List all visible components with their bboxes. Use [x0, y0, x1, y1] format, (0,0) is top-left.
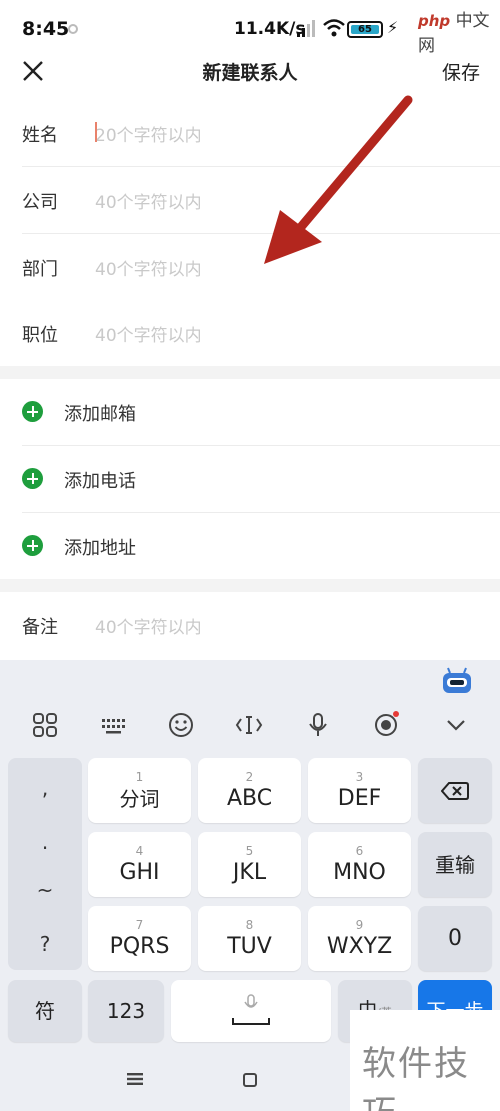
- key-label: WXYZ: [326, 933, 393, 959]
- key-digit: 7: [135, 917, 144, 932]
- key-label: ABC: [226, 785, 273, 811]
- key-label: GHI: [119, 859, 160, 885]
- add-icon: [22, 535, 43, 556]
- battery-icon: 65: [347, 21, 383, 38]
- keyboard-layout-icon[interactable]: [98, 710, 128, 740]
- key-label: TUV: [227, 933, 272, 959]
- key-8[interactable]: 8 TUV: [198, 906, 301, 971]
- key-label: 分词: [119, 786, 160, 811]
- company-label: 公司: [22, 192, 58, 213]
- key-digit: 2: [245, 769, 254, 784]
- section-gap: [0, 366, 500, 379]
- status-indicator-icon: [68, 24, 78, 34]
- space-button[interactable]: [171, 980, 331, 1042]
- watermark: 软件技巧: [350, 1010, 500, 1111]
- wifi-icon: [323, 19, 345, 37]
- add-address-button[interactable]: 添加地址: [0, 513, 500, 579]
- key-label: 重输: [435, 852, 475, 877]
- space-mic-icon: [232, 994, 270, 1025]
- add-email-button[interactable]: 添加邮箱: [0, 379, 500, 445]
- key-label: 123: [106, 999, 146, 1023]
- position-label: 职位: [22, 325, 58, 346]
- note-label: 备注: [22, 617, 58, 638]
- key-6[interactable]: 6 MNO: [308, 832, 411, 897]
- key-digit: 4: [135, 843, 144, 858]
- backspace-button[interactable]: [418, 758, 492, 823]
- page-title: 新建联系人: [202, 62, 298, 84]
- section-gap: [0, 579, 500, 592]
- page-header: 新建联系人 保存: [0, 50, 500, 96]
- numbers-button[interactable]: 123: [88, 980, 164, 1042]
- note-input[interactable]: 40个字符以内: [95, 613, 475, 638]
- battery-level: 65: [351, 25, 379, 35]
- key-label: PQRS: [109, 933, 170, 959]
- add-address-label: 添加地址: [64, 538, 136, 559]
- emoji-icon[interactable]: [166, 710, 196, 740]
- key-0[interactable]: 0: [418, 906, 492, 971]
- save-button[interactable]: 保存: [442, 58, 480, 85]
- key-label: JKL: [232, 859, 267, 885]
- position-input[interactable]: 40个字符以内: [95, 321, 475, 346]
- grid-icon[interactable]: [30, 710, 60, 740]
- key-digit: 6: [355, 843, 364, 858]
- key-label: 0: [448, 925, 462, 951]
- punctuation-column[interactable]: , . ~ ?: [8, 758, 82, 970]
- status-time: 8:45: [22, 18, 70, 40]
- position-field-row[interactable]: 职位 40个字符以内: [0, 300, 500, 366]
- key-label: 符: [35, 999, 55, 1023]
- network-speed: 11.4K/s: [234, 19, 306, 39]
- charging-icon: ⚡: [387, 18, 399, 37]
- home-icon[interactable]: [243, 1073, 257, 1087]
- punct-question[interactable]: ?: [8, 932, 82, 956]
- backspace-icon: [441, 781, 469, 800]
- add-email-label: 添加邮箱: [64, 404, 136, 425]
- annotation-arrow-icon: [264, 95, 413, 264]
- watermark-logo-php: php: [418, 12, 451, 30]
- microphone-icon[interactable]: [303, 710, 333, 740]
- keyboard-mascot-icon[interactable]: [441, 667, 473, 695]
- key-digit: 1: [135, 769, 144, 784]
- symbol-button[interactable]: 符: [8, 980, 82, 1042]
- department-label: 部门: [22, 259, 58, 280]
- status-bar: 8:45 11.4K/s 65 ⚡ php 中文网: [0, 0, 500, 56]
- add-phone-label: 添加电话: [64, 471, 136, 492]
- cursor-icon[interactable]: [234, 710, 264, 740]
- key-5[interactable]: 5 JKL: [198, 832, 301, 897]
- key-3[interactable]: 3 DEF: [308, 758, 411, 823]
- key-1[interactable]: 1 分词: [88, 758, 191, 823]
- reinput-button[interactable]: 重输: [418, 832, 492, 897]
- key-9[interactable]: 9 WXYZ: [308, 906, 411, 971]
- add-icon: [22, 401, 43, 422]
- watermark-logo: php 中文网: [418, 6, 498, 56]
- sticker-icon[interactable]: [371, 710, 401, 740]
- add-icon: [22, 468, 43, 489]
- collapse-icon[interactable]: [441, 710, 471, 740]
- key-4[interactable]: 4 GHI: [88, 832, 191, 897]
- key-7[interactable]: 7 PQRS: [88, 906, 191, 971]
- key-digit: 8: [245, 917, 254, 932]
- text-caret: [95, 122, 97, 142]
- add-phone-button[interactable]: 添加电话: [0, 446, 500, 512]
- key-label: DEF: [337, 785, 382, 811]
- key-digit: 5: [245, 843, 254, 858]
- watermark-text: 软件技巧: [362, 1044, 470, 1111]
- note-field-row[interactable]: 备注 40个字符以内: [0, 592, 500, 658]
- punct-comma[interactable]: ,: [8, 776, 82, 800]
- punct-tilde[interactable]: ~: [8, 878, 82, 902]
- key-digit: 3: [355, 769, 364, 784]
- key-label: MNO: [333, 859, 386, 885]
- name-label: 姓名: [22, 125, 58, 146]
- signal-icon: [297, 20, 315, 37]
- punct-period[interactable]: .: [8, 830, 82, 854]
- key-2[interactable]: 2 ABC: [198, 758, 301, 823]
- key-digit: 9: [355, 917, 364, 932]
- menu-icon[interactable]: [127, 1073, 143, 1085]
